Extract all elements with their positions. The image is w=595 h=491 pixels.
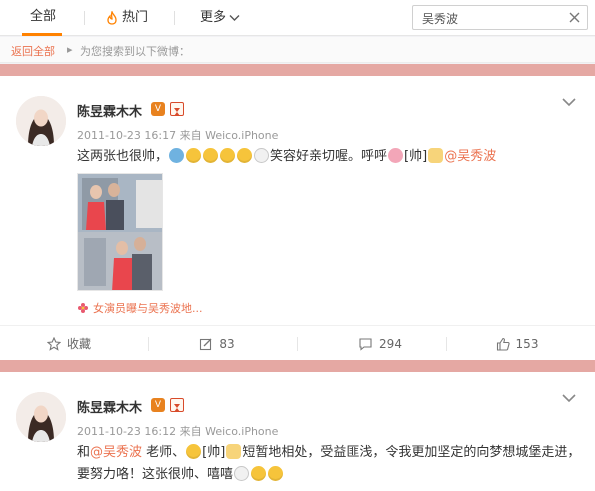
thumbs-up-icon xyxy=(496,337,510,351)
post-meta: 2011-10-23 16:17 来自 Weico.iPhone xyxy=(77,127,278,143)
emoji-icon xyxy=(268,466,284,481)
emoji-icon xyxy=(237,148,253,163)
like-count: 153 xyxy=(515,336,539,351)
avatar-image xyxy=(16,96,66,146)
post-actions: 收藏 83 294 153 xyxy=(0,325,595,360)
post-source-prefix: 来自 xyxy=(179,129,202,142)
tab-divider xyxy=(174,11,175,25)
eye-emoji-icon xyxy=(234,466,250,481)
favorite-label: 收藏 xyxy=(66,337,91,351)
collapse-chevron-icon[interactable] xyxy=(561,392,577,404)
topic-label: 女演员曝与吴秀波地... xyxy=(93,302,203,315)
hourglass-badge-icon xyxy=(170,398,184,412)
back-to-all-link[interactable]: 返回全部 xyxy=(11,43,55,59)
post-source[interactable]: Weico.iPhone xyxy=(205,425,278,438)
avatar[interactable] xyxy=(16,392,66,442)
post-source[interactable]: Weico.iPhone xyxy=(205,129,278,142)
post-text-a: 老师、 xyxy=(142,445,186,460)
flame-icon xyxy=(107,11,117,25)
search-result-hint: 为您搜索到以下微博： xyxy=(80,45,190,58)
chevron-down-icon xyxy=(229,15,240,21)
post-text: 和@吴秀波 老师、 [帅] 短暂地相处，受益匪浅，令我更加坚定的向梦想城堡走进，要努… xyxy=(77,442,589,486)
emoji-icon xyxy=(220,148,236,163)
smile-emoji-icon xyxy=(186,444,202,459)
breadcrumb: 返回全部 ▸ 为您搜索到以下微博： xyxy=(0,37,595,63)
post-username[interactable]: 陈昱霖木木 xyxy=(77,101,142,120)
crown-emoji-icon xyxy=(226,444,242,459)
star-icon xyxy=(46,336,61,351)
comment-icon xyxy=(359,337,372,351)
post-tag: [帅] xyxy=(202,445,226,460)
tab-more[interactable]: 更多 xyxy=(200,0,240,36)
post-text: 这两张也很帅， 笑容好亲切喔。呼呼 [帅] @吴秀波 xyxy=(77,146,589,168)
post-text-b: 笑容好亲切喔。呼呼 xyxy=(270,149,388,164)
comment-count: 294 xyxy=(379,336,402,351)
hourglass-badge-icon xyxy=(170,102,184,116)
close-icon[interactable] xyxy=(569,12,580,23)
collapse-chevron-icon[interactable] xyxy=(561,96,577,108)
mention-link[interactable]: @吴秀波 xyxy=(90,445,142,460)
like-button[interactable]: 153 xyxy=(418,326,595,361)
pig-emoji-icon xyxy=(388,148,404,163)
breadcrumb-separator: ▸ xyxy=(67,43,73,56)
tab-hot-label: 热门 xyxy=(122,10,149,25)
tab-all[interactable]: 全部 xyxy=(28,0,58,36)
search-input[interactable]: 吴秀波 xyxy=(412,5,588,30)
repost-count: 83 xyxy=(219,336,235,351)
post-username[interactable]: 陈昱霖木木 xyxy=(77,397,142,416)
topic-flower-icon xyxy=(78,303,88,313)
edit-icon xyxy=(200,338,212,350)
weibo-post: 陈昱霖木木 V 2011-10-23 16:12 来自 Weico.iPhone… xyxy=(0,372,595,491)
victory-hand-emoji-icon xyxy=(428,148,444,163)
tab-divider xyxy=(84,11,85,25)
emoji-icon xyxy=(169,148,185,163)
mention-link[interactable]: @吴秀波 xyxy=(444,149,496,164)
post-source-prefix: 来自 xyxy=(179,425,202,438)
post-meta: 2011-10-23 16:12 来自 Weico.iPhone xyxy=(77,423,278,439)
post-time[interactable]: 2011-10-23 16:12 xyxy=(77,425,176,438)
avatar[interactable] xyxy=(16,96,66,146)
active-tab-indicator xyxy=(22,33,62,36)
eye-emoji-icon xyxy=(254,148,270,163)
post-photo-image xyxy=(78,174,162,290)
verified-badge-icon: V xyxy=(151,102,165,116)
topic-link[interactable]: 女演员曝与吴秀波地... xyxy=(77,300,203,316)
section-separator xyxy=(0,360,595,372)
emoji-icon xyxy=(251,466,267,481)
weibo-post: 陈昱霖木木 V 2011-10-23 16:17 来自 Weico.iPhone… xyxy=(0,76,595,360)
post-tag: [帅] xyxy=(404,149,428,164)
post-text-pre: 和 xyxy=(77,445,91,460)
top-tab-bar: 全部 热门 更多 吴秀波 xyxy=(0,0,595,36)
emoji-icon xyxy=(203,148,219,163)
section-separator xyxy=(0,64,595,76)
sunglasses-emoji-icon xyxy=(186,148,202,163)
tab-more-label: 更多 xyxy=(200,10,227,25)
search-input-value: 吴秀波 xyxy=(422,12,459,26)
verified-badge-icon: V xyxy=(151,398,165,412)
post-text-a: 这两张也很帅， xyxy=(77,149,169,164)
post-time[interactable]: 2011-10-23 16:17 xyxy=(77,129,176,142)
post-photo[interactable] xyxy=(77,173,163,291)
tab-hot[interactable]: 热门 xyxy=(106,0,148,36)
avatar-image xyxy=(16,392,66,442)
